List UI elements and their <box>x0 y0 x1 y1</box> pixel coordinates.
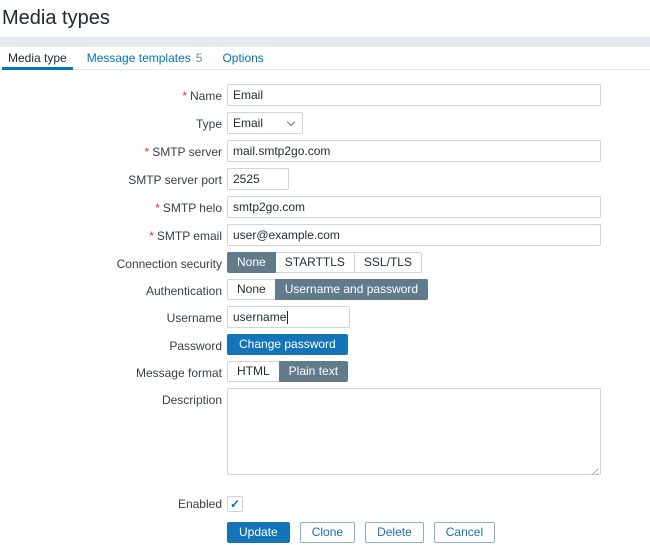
description-textarea[interactable] <box>227 388 601 475</box>
username-label: Username <box>0 306 222 325</box>
enabled-checkbox[interactable]: ✓ <box>227 496 243 512</box>
connection-security-option-ssltls[interactable]: SSL/TLS <box>354 252 422 273</box>
connection-security-option-starttls[interactable]: STARTTLS <box>275 252 355 273</box>
enabled-label: Enabled <box>0 494 222 511</box>
tab-media-type[interactable]: Media type <box>2 47 73 69</box>
smtp-email-input[interactable] <box>227 224 601 246</box>
change-password-button[interactable]: Change password <box>227 334 348 355</box>
row-enabled: Enabled ✓ <box>0 494 650 512</box>
tab-options-label: Options <box>222 51 263 65</box>
smtp-helo-label: *SMTP helo <box>0 196 222 215</box>
username-input[interactable]: username <box>227 306 350 328</box>
authentication-segmented: None Username and password <box>227 279 428 300</box>
delete-button[interactable]: Delete <box>365 522 424 543</box>
smtp-helo-input[interactable] <box>227 196 601 218</box>
description-label: Description <box>0 388 222 407</box>
smtp-server-label: *SMTP server <box>0 140 222 159</box>
clone-button[interactable]: Clone <box>300 522 355 543</box>
row-authentication: Authentication None Username and passwor… <box>0 279 650 300</box>
update-button[interactable]: Update <box>227 522 290 543</box>
required-marker: * <box>182 89 187 103</box>
tab-message-templates[interactable]: Message templates 5 <box>81 47 209 69</box>
smtp-server-port-input[interactable] <box>227 168 289 190</box>
tab-message-templates-label: Message templates <box>87 51 191 65</box>
row-smtp-email: *SMTP email <box>0 224 650 246</box>
row-smtp-helo: *SMTP helo <box>0 196 650 218</box>
type-select[interactable]: Email <box>227 112 303 134</box>
tab-options[interactable]: Options <box>216 47 269 69</box>
footer-actions: Update Clone Delete Cancel <box>227 522 650 543</box>
message-format-option-html[interactable]: HTML <box>227 361 280 382</box>
chevron-down-icon <box>287 118 295 126</box>
row-username: Username username <box>0 306 650 328</box>
authentication-option-username-password[interactable]: Username and password <box>275 279 428 300</box>
message-format-option-plain-text[interactable]: Plain text <box>279 361 348 382</box>
row-message-format: Message format HTML Plain text <box>0 361 650 382</box>
row-smtp-server-port: SMTP server port <box>0 168 650 190</box>
connection-security-segmented: None STARTTLS SSL/TLS <box>227 252 422 273</box>
name-input[interactable] <box>227 84 601 106</box>
required-marker: * <box>145 145 150 159</box>
page-title: Media types <box>0 0 650 30</box>
row-connection-security: Connection security None STARTTLS SSL/TL… <box>0 252 650 273</box>
message-format-label: Message format <box>0 361 222 380</box>
connection-security-label: Connection security <box>0 252 222 271</box>
password-label: Password <box>0 334 222 353</box>
row-password: Password Change password <box>0 334 650 355</box>
name-label: *Name <box>0 84 222 103</box>
username-value: username <box>233 307 286 327</box>
tab-bar: Media type Message templates 5 Options <box>0 47 650 70</box>
checkmark-icon: ✓ <box>230 498 240 510</box>
authentication-option-none[interactable]: None <box>227 279 276 300</box>
text-cursor <box>287 311 288 324</box>
row-name: *Name <box>0 84 650 106</box>
row-smtp-server: *SMTP server <box>0 140 650 162</box>
type-select-value: Email <box>233 116 263 130</box>
smtp-server-port-label: SMTP server port <box>0 168 222 187</box>
required-marker: * <box>155 201 160 215</box>
header-divider-band <box>0 37 650 47</box>
smtp-email-label: *SMTP email <box>0 224 222 243</box>
authentication-label: Authentication <box>0 279 222 298</box>
connection-security-option-none[interactable]: None <box>227 252 276 273</box>
message-templates-count: 5 <box>196 51 203 65</box>
type-label: Type <box>0 112 222 131</box>
required-marker: * <box>149 229 154 243</box>
tab-media-type-label: Media type <box>8 51 67 65</box>
message-format-segmented: HTML Plain text <box>227 361 348 382</box>
row-type: Type Email <box>0 112 650 134</box>
smtp-server-input[interactable] <box>227 140 601 162</box>
media-type-form: *Name Type Email *SMTP server SMTP serve… <box>0 84 650 543</box>
row-description: Description <box>0 388 650 480</box>
cancel-button[interactable]: Cancel <box>434 522 495 543</box>
